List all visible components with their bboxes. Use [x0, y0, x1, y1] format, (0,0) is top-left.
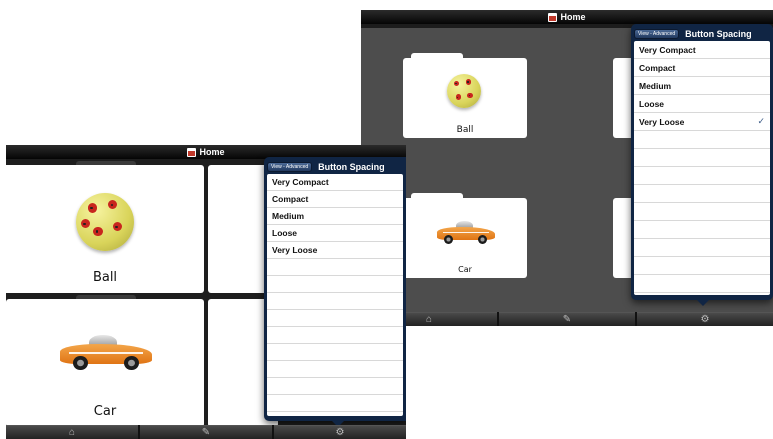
empty-row	[634, 239, 770, 257]
folder-tab	[76, 161, 136, 165]
button-spacing-popover: View - Advanced Button Spacing Very Comp…	[264, 157, 406, 427]
pencil-icon: ✎	[201, 427, 211, 438]
screenshot-button-spacing-dark: Home Ball Car View - Advanced Button Spa…	[361, 10, 773, 326]
folder-car[interactable]: Car	[403, 193, 527, 278]
home-app-icon	[548, 12, 558, 22]
popover-header: View - Advanced Button Spacing	[634, 27, 770, 41]
house-icon: ⌂	[68, 427, 76, 438]
option-very-loose[interactable]: Very Loose	[267, 242, 403, 259]
empty-row	[267, 378, 403, 395]
bottom-toolbar: ⌂ ✎ ⚙	[6, 425, 406, 439]
empty-row	[634, 203, 770, 221]
empty-row	[267, 293, 403, 310]
popover-title: Button Spacing	[318, 162, 385, 172]
back-button[interactable]: View - Advanced	[634, 29, 680, 39]
gear-icon: ⚙	[700, 314, 710, 325]
option-loose[interactable]: Loose	[267, 225, 403, 242]
toolbar-edit-button[interactable]: ✎	[140, 425, 272, 439]
orange-race-car-image	[60, 331, 152, 373]
empty-row	[634, 275, 770, 293]
home-app-icon	[187, 147, 197, 157]
option-medium[interactable]: Medium	[267, 208, 403, 225]
empty-row	[634, 167, 770, 185]
empty-row	[634, 131, 770, 149]
option-very-loose[interactable]: Very Loose ✓	[634, 113, 770, 131]
empty-row	[267, 395, 403, 412]
option-compact[interactable]: Compact	[634, 59, 770, 77]
folder-tab	[411, 53, 463, 59]
folder-tab	[76, 295, 136, 299]
folder-car[interactable]: Car	[6, 295, 204, 427]
folder-label: Car	[93, 404, 117, 419]
house-icon: ⌂	[425, 314, 433, 325]
empty-row	[634, 149, 770, 167]
popover-arrow	[697, 300, 709, 306]
option-loose[interactable]: Loose	[634, 95, 770, 113]
option-compact[interactable]: Compact	[267, 191, 403, 208]
toolbar-settings-button[interactable]: ⚙	[637, 312, 773, 326]
page-title: Home	[199, 147, 225, 157]
empty-row	[634, 185, 770, 203]
bottom-toolbar: ⌂ ✎ ⚙	[361, 312, 773, 326]
empty-row	[634, 221, 770, 239]
ladybug-ball-image	[447, 74, 481, 108]
empty-row	[634, 257, 770, 275]
spacing-option-list: Very Compact Compact Medium Loose Very L…	[267, 174, 403, 416]
toolbar-settings-button[interactable]: ⚙	[274, 425, 406, 439]
pencil-icon: ✎	[562, 314, 572, 325]
folder-ball[interactable]: Ball	[403, 53, 527, 138]
toolbar-edit-button[interactable]: ✎	[499, 312, 635, 326]
ladybug-ball-image	[76, 193, 134, 251]
gear-icon: ⚙	[335, 427, 345, 438]
folder-label: Ball	[92, 270, 118, 285]
toolbar-home-button[interactable]: ⌂	[6, 425, 138, 439]
empty-row	[267, 344, 403, 361]
spacing-option-list: Very Compact Compact Medium Loose Very L…	[634, 41, 770, 295]
empty-row	[267, 310, 403, 327]
option-very-compact[interactable]: Very Compact	[634, 41, 770, 59]
orange-race-car-image	[437, 218, 495, 246]
empty-row	[267, 259, 403, 276]
button-spacing-popover: View - Advanced Button Spacing Very Comp…	[631, 24, 773, 306]
folder-label: Ball	[456, 125, 474, 135]
back-button[interactable]: View - Advanced	[267, 162, 313, 172]
checkmark-icon: ✓	[757, 116, 765, 126]
empty-row	[267, 361, 403, 378]
page-title: Home	[560, 12, 586, 22]
option-medium[interactable]: Medium	[634, 77, 770, 95]
option-very-compact[interactable]: Very Compact	[267, 174, 403, 191]
folder-tab	[411, 193, 463, 199]
popover-title: Button Spacing	[685, 29, 752, 39]
popover-header: View - Advanced Button Spacing	[267, 160, 403, 174]
empty-row	[267, 276, 403, 293]
empty-row	[267, 327, 403, 344]
folder-label: Car	[458, 265, 472, 274]
screenshot-button-spacing-light: Home Ball Car View - Advanced Button Spa…	[6, 145, 406, 439]
folder-ball[interactable]: Ball	[6, 161, 204, 293]
title-bar: Home	[361, 10, 773, 24]
